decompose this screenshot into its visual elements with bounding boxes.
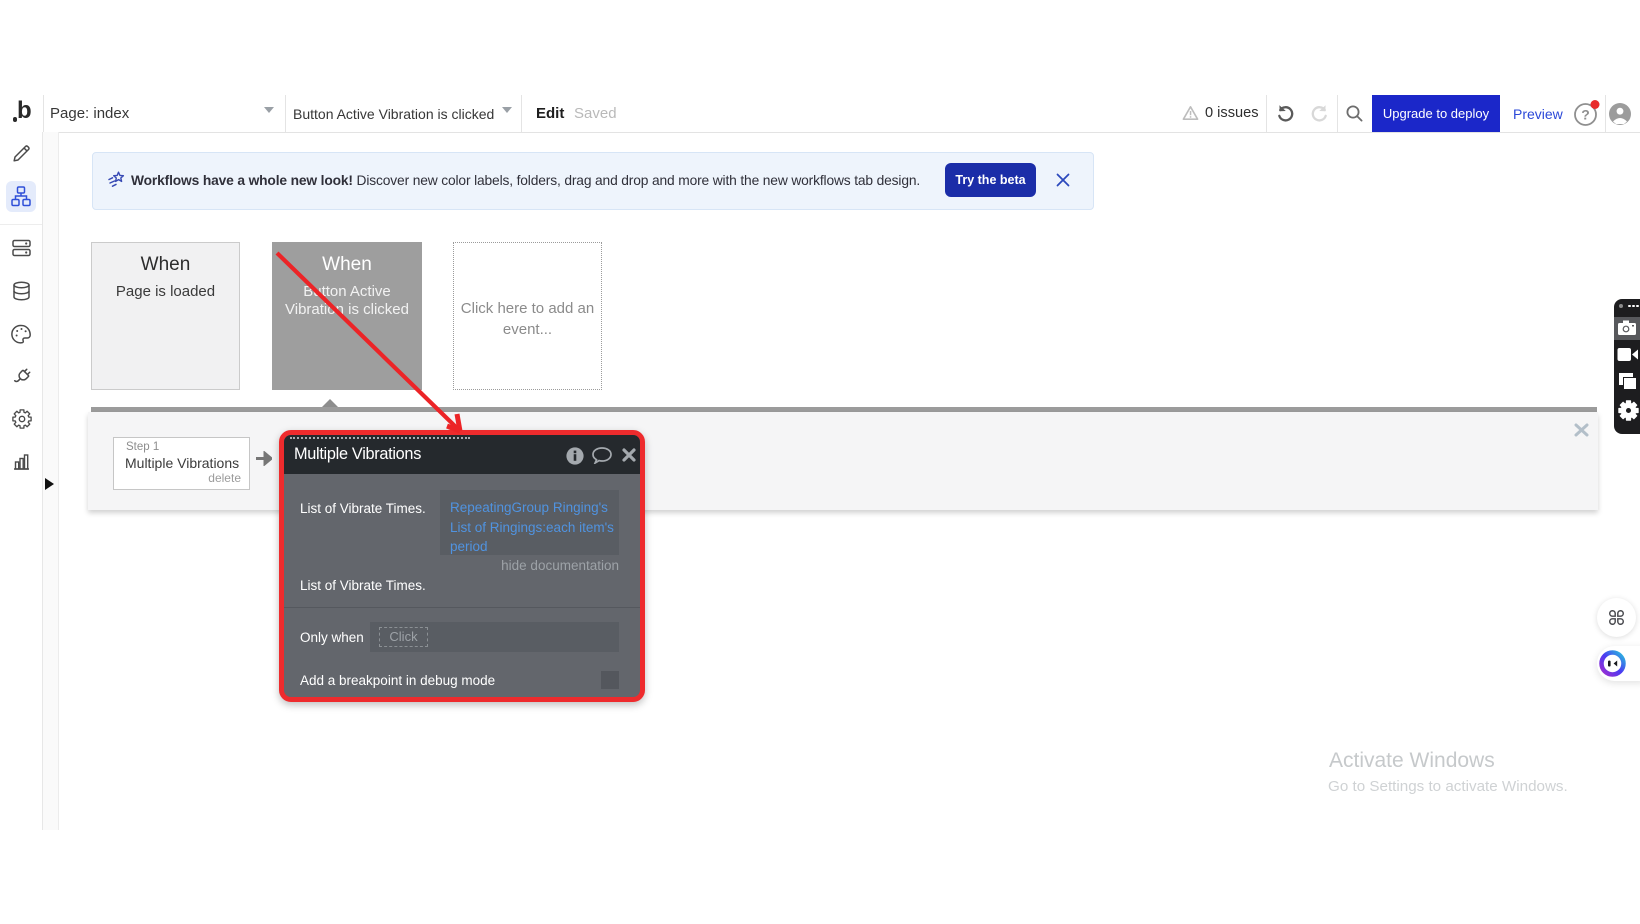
svg-text:?: ? bbox=[1581, 107, 1590, 123]
